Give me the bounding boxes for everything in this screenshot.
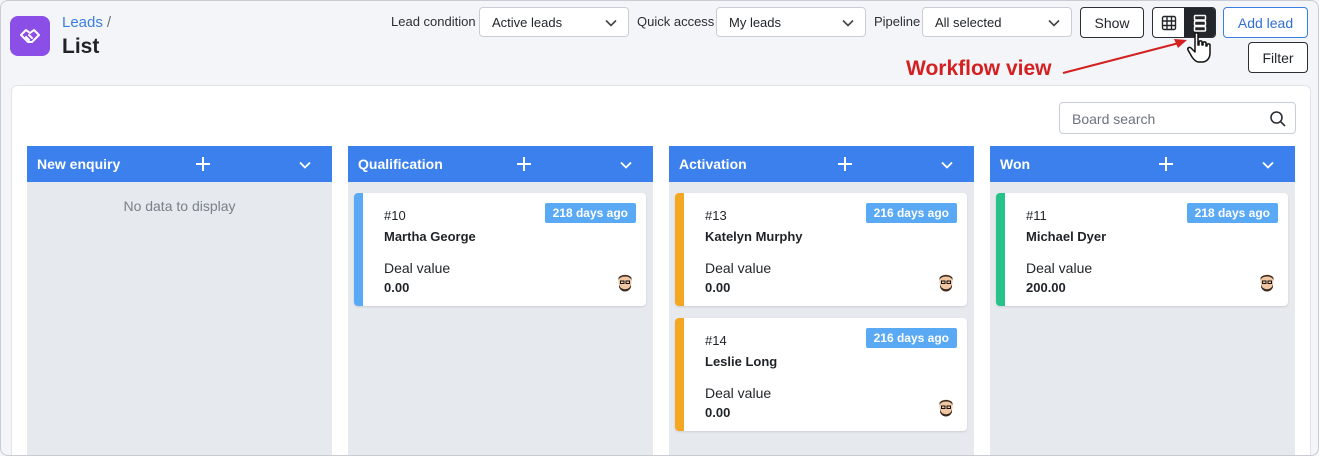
avatar-icon bbox=[618, 274, 632, 292]
deal-value: 0.00 bbox=[384, 280, 410, 295]
empty-message: No data to display bbox=[123, 198, 236, 214]
lead-id: #14 bbox=[705, 333, 727, 348]
board: New enquiry No data to display Qualifica… bbox=[11, 85, 1311, 455]
chevron-down-icon bbox=[605, 19, 617, 27]
pipeline-label: Pipeline bbox=[874, 14, 921, 29]
filter-button[interactable]: Filter bbox=[1248, 42, 1308, 73]
plus-icon[interactable] bbox=[514, 154, 534, 174]
quick-access-value: My leads bbox=[729, 15, 782, 30]
hand-cursor-icon bbox=[1187, 32, 1211, 63]
deal-value: 0.00 bbox=[705, 280, 731, 295]
search-icon[interactable] bbox=[1269, 110, 1287, 128]
annotation-arrow-icon bbox=[1062, 39, 1187, 74]
page-title: List bbox=[62, 35, 100, 58]
lead-id: #13 bbox=[705, 208, 727, 223]
lead-name: Martha George bbox=[384, 229, 476, 244]
board-search bbox=[1059, 102, 1296, 134]
column-new-enquiry: New enquiry No data to display bbox=[27, 146, 332, 455]
grid-icon bbox=[1161, 15, 1176, 30]
workflow-view-icon bbox=[1193, 14, 1206, 32]
lead-name: Leslie Long bbox=[705, 354, 778, 369]
column-activation: Activation #13 Katelyn Murphy 216 days a… bbox=[669, 146, 974, 455]
card-status-stripe bbox=[354, 193, 363, 306]
column-title: Qualification bbox=[358, 156, 443, 172]
workflow-view-annotation: Workflow view bbox=[906, 57, 1052, 80]
chevron-down-icon bbox=[1048, 19, 1060, 27]
age-badge: 216 days ago bbox=[865, 328, 957, 348]
column-title: Activation bbox=[679, 156, 747, 172]
avatar-icon bbox=[939, 399, 953, 417]
lead-card[interactable]: #10 Martha George 218 days ago Deal valu… bbox=[354, 193, 646, 306]
column-title: Won bbox=[1000, 156, 1031, 172]
card-status-stripe bbox=[996, 193, 1005, 306]
plus-icon[interactable] bbox=[1156, 154, 1176, 174]
pipeline-value: All selected bbox=[935, 15, 1002, 30]
avatar-icon bbox=[939, 274, 953, 292]
column-header: Won bbox=[990, 146, 1295, 182]
chevron-down-icon[interactable] bbox=[1261, 158, 1275, 172]
deal-value-label: Deal value bbox=[705, 385, 772, 401]
lead-name: Michael Dyer bbox=[1026, 229, 1107, 244]
leads-handshake-icon bbox=[10, 16, 50, 56]
add-lead-button[interactable]: Add lead bbox=[1223, 7, 1308, 38]
card-status-stripe bbox=[675, 318, 684, 431]
column-won: Won #11 Michael Dyer 218 days ago Deal v… bbox=[990, 146, 1295, 455]
lead-card[interactable]: #14 Leslie Long 216 days ago Deal value … bbox=[675, 318, 967, 431]
breadcrumb-separator: / bbox=[106, 14, 112, 31]
breadcrumb-leads-link[interactable]: Leads bbox=[62, 14, 103, 31]
column-header: Qualification bbox=[348, 146, 653, 182]
avatar-icon bbox=[1260, 274, 1274, 292]
chevron-down-icon bbox=[842, 19, 854, 27]
board-search-input[interactable] bbox=[1072, 111, 1262, 127]
age-badge: 216 days ago bbox=[865, 203, 957, 223]
chevron-down-icon[interactable] bbox=[940, 158, 954, 172]
lead-condition-label: Lead condition bbox=[391, 14, 476, 29]
lead-condition-value: Active leads bbox=[492, 15, 563, 30]
lead-card[interactable]: #13 Katelyn Murphy 216 days ago Deal val… bbox=[675, 193, 967, 306]
deal-value: 0.00 bbox=[705, 405, 731, 420]
quick-access-label: Quick access bbox=[637, 14, 715, 29]
lead-name: Katelyn Murphy bbox=[705, 229, 803, 244]
pipeline-select[interactable]: All selected bbox=[922, 7, 1072, 37]
lead-condition-select[interactable]: Active leads bbox=[479, 7, 629, 37]
chevron-down-icon[interactable] bbox=[298, 158, 312, 172]
lead-id: #10 bbox=[384, 208, 406, 223]
plus-icon[interactable] bbox=[193, 154, 213, 174]
chevron-down-icon[interactable] bbox=[619, 158, 633, 172]
column-header: Activation bbox=[669, 146, 974, 182]
quick-access-select[interactable]: My leads bbox=[716, 7, 866, 37]
plus-icon[interactable] bbox=[835, 154, 855, 174]
deal-value-label: Deal value bbox=[705, 260, 772, 276]
lead-id: #11 bbox=[1026, 208, 1047, 223]
column-title: New enquiry bbox=[37, 156, 121, 172]
deal-value-label: Deal value bbox=[1026, 260, 1093, 276]
deal-value: 200.00 bbox=[1026, 280, 1066, 295]
deal-value-label: Deal value bbox=[384, 260, 451, 276]
breadcrumb: Leads / bbox=[62, 14, 111, 31]
app-window: Leads / List Lead condition Active leads … bbox=[0, 0, 1319, 456]
age-badge: 218 days ago bbox=[544, 203, 636, 223]
column-header: New enquiry bbox=[27, 146, 332, 182]
column-qualification: Qualification #10 Martha George 218 days… bbox=[348, 146, 653, 455]
card-status-stripe bbox=[675, 193, 684, 306]
lead-card[interactable]: #11 Michael Dyer 218 days ago Deal value… bbox=[996, 193, 1288, 306]
age-badge: 218 days ago bbox=[1186, 203, 1278, 223]
